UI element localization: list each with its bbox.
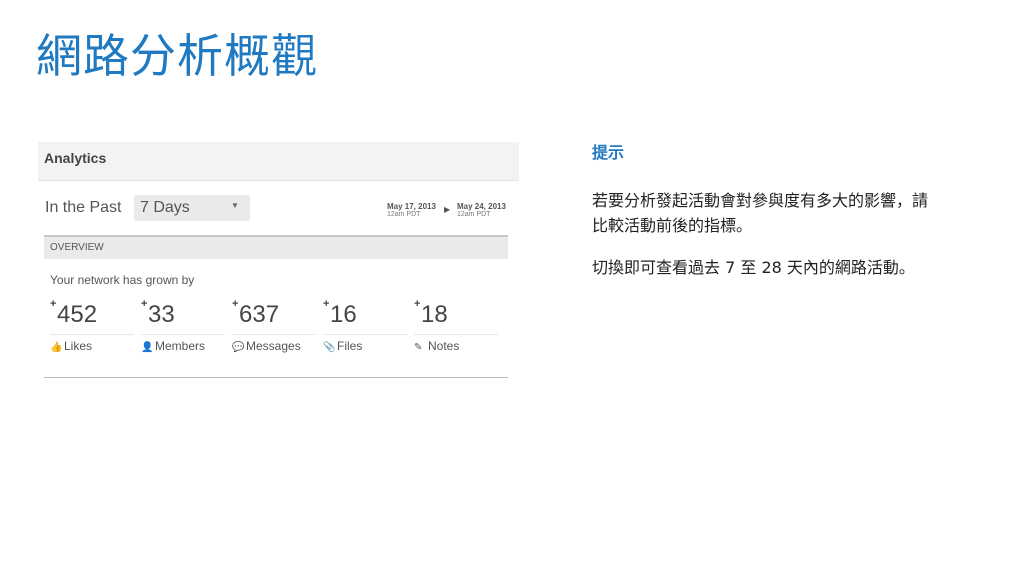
arrow-right-icon: ▶ bbox=[444, 205, 451, 214]
analytics-widget: Analytics In the Past 7 Days ▼ May 17, 2… bbox=[38, 142, 519, 380]
stat-value: 16 bbox=[330, 301, 357, 328]
stat-value: 18 bbox=[421, 301, 448, 328]
stat-label: Files bbox=[337, 339, 363, 353]
stat-value: 637 bbox=[239, 301, 280, 328]
stat-label: Members bbox=[155, 339, 206, 353]
speech-bubble-icon: 💬 bbox=[232, 342, 245, 353]
date-from-time: 12am PDT bbox=[387, 211, 421, 218]
analytics-title: Analytics bbox=[44, 150, 107, 166]
divider bbox=[232, 334, 316, 335]
paperclip-icon: 📎 bbox=[323, 342, 336, 353]
analytics-header: Analytics bbox=[38, 142, 519, 181]
range-label: In the Past bbox=[45, 199, 122, 216]
tip-paragraph-2: 切換即可查看過去 7 至 28 天內的網路活動。 bbox=[592, 258, 915, 277]
stat-messages: + 637 💬 Messages bbox=[232, 298, 316, 360]
tip-paragraph-1: 若要分析發起活動會對參與度有多大的影響，請比較活動前後的指標。 bbox=[592, 191, 929, 235]
plus-sign: + bbox=[141, 298, 148, 310]
stat-notes: + 18 ✎ Notes bbox=[414, 298, 498, 360]
notepad-icon: ✎ bbox=[414, 342, 423, 353]
tip-panel: 提示 若要分析發起活動會對參與度有多大的影響，請比較活動前後的指標。 切換即可查… bbox=[592, 142, 942, 280]
date-from-date: May 17, 2013 bbox=[387, 202, 436, 211]
stat-value: 452 bbox=[57, 301, 98, 328]
plus-sign: + bbox=[414, 298, 421, 310]
date-to-time: 12am PDT bbox=[457, 211, 491, 218]
overview-label: OVERVIEW bbox=[50, 242, 104, 253]
divider bbox=[141, 334, 225, 335]
stat-likes: + 452 👍 Likes bbox=[50, 298, 134, 360]
caret-down-icon: ▼ bbox=[231, 201, 239, 210]
range-dropdown-value: 7 Days bbox=[140, 199, 190, 216]
thumbs-up-icon: 👍 bbox=[50, 342, 63, 353]
overview-bar: OVERVIEW bbox=[44, 235, 508, 259]
divider bbox=[44, 377, 508, 378]
tip-title: 提示 bbox=[592, 145, 625, 162]
person-icon: 👤 bbox=[141, 342, 154, 353]
slide-title: 網路分析概觀 bbox=[36, 29, 318, 83]
stat-files: + 16 📎 Files bbox=[323, 298, 407, 360]
divider bbox=[50, 334, 134, 335]
plus-sign: + bbox=[323, 298, 330, 310]
date-to: May 24, 2013 12am PDT bbox=[457, 202, 506, 219]
stat-label: Likes bbox=[64, 339, 93, 353]
plus-sign: + bbox=[232, 298, 239, 310]
date-to-date: May 24, 2013 bbox=[457, 202, 506, 211]
date-from: May 17, 2013 12am PDT bbox=[387, 202, 436, 219]
stat-value: 33 bbox=[148, 301, 175, 328]
divider bbox=[323, 334, 407, 335]
range-dropdown[interactable]: 7 Days ▼ bbox=[134, 195, 250, 221]
stat-members: + 33 👤 Members bbox=[141, 298, 225, 360]
stat-label: Messages bbox=[246, 339, 301, 353]
stat-label: Notes bbox=[428, 339, 460, 353]
growth-text: Your network has grown by bbox=[50, 273, 195, 287]
plus-sign: + bbox=[50, 298, 57, 310]
divider bbox=[414, 334, 498, 335]
